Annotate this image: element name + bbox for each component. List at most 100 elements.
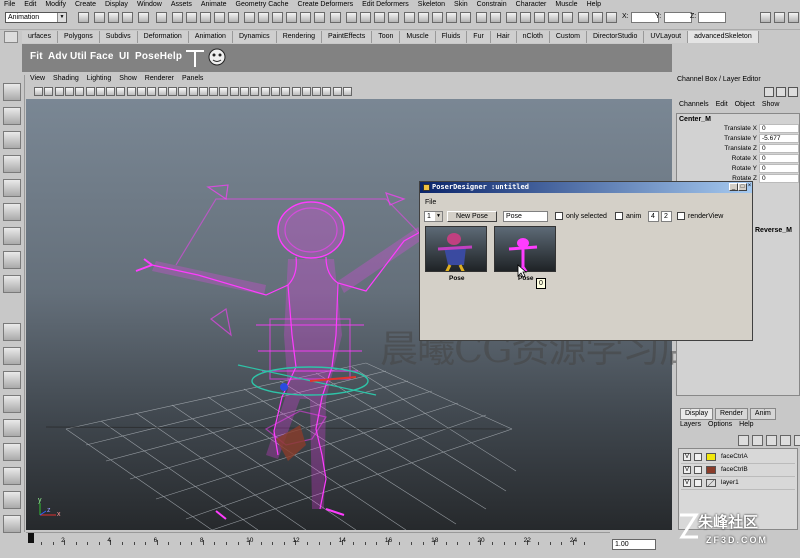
channel-box-menu-channels[interactable]: Channels bbox=[679, 100, 709, 110]
status-line-tool-icon[interactable] bbox=[374, 12, 385, 23]
viewport-toolbar-icon[interactable] bbox=[178, 87, 188, 96]
layer-visibility-toggle[interactable]: V bbox=[683, 479, 691, 487]
status-line-tool-icon[interactable] bbox=[214, 12, 225, 23]
viewport-menu-lighting[interactable]: Lighting bbox=[87, 74, 112, 84]
pose-thumbnail[interactable] bbox=[425, 226, 487, 272]
soft-mod-icon[interactable] bbox=[3, 251, 21, 269]
status-line-tool-icon[interactable] bbox=[156, 12, 167, 23]
time-slider[interactable]: 2 4 6 8 10 12 14 16 18 20 22 24 bbox=[26, 532, 610, 558]
menu-item-edit-deformers[interactable]: Edit Deformers bbox=[362, 0, 409, 9]
menu-item-assets[interactable]: Assets bbox=[171, 0, 192, 9]
shelf-tab-fluids[interactable]: Fluids bbox=[435, 31, 468, 43]
last-tool-icon[interactable] bbox=[3, 323, 21, 341]
shelf-tab-polygons[interactable]: Polygons bbox=[57, 31, 100, 43]
viewport-toolbar-icon[interactable] bbox=[281, 87, 291, 96]
viewport-toolbar-icon[interactable] bbox=[34, 87, 43, 96]
layout-outliner-icon[interactable] bbox=[3, 419, 21, 437]
attribute-value-field[interactable]: -5.677 bbox=[759, 134, 799, 143]
shelf-tab-ncloth[interactable]: nCloth bbox=[516, 31, 550, 43]
window-title-bar[interactable]: PoserDesigner :untitled _ □ × bbox=[420, 182, 752, 193]
only-selected-checkbox[interactable] bbox=[555, 212, 563, 220]
status-line-tool-icon[interactable] bbox=[388, 12, 399, 23]
face-icon[interactable] bbox=[206, 46, 228, 68]
menu-item-display[interactable]: Display bbox=[105, 0, 128, 9]
layout-custom-icon[interactable] bbox=[3, 491, 21, 509]
layer-row[interactable]: Vlayer1 bbox=[681, 477, 795, 490]
new-pose-button[interactable]: New Pose bbox=[447, 211, 497, 222]
layer-menu-help[interactable]: Help bbox=[739, 421, 753, 428]
shelf-tab-urfaces[interactable]: urfaces bbox=[22, 31, 58, 43]
status-line-tool-icon[interactable] bbox=[506, 12, 517, 23]
layout-four-icon[interactable] bbox=[3, 371, 21, 389]
menu-item-constrain[interactable]: Constrain bbox=[477, 0, 507, 9]
manipulator-icon[interactable] bbox=[3, 227, 21, 245]
status-line-tool-icon[interactable] bbox=[172, 12, 183, 23]
viewport-toolbar-icon[interactable] bbox=[85, 87, 95, 96]
status-line-tool-icon[interactable] bbox=[108, 12, 119, 23]
shelf-button-posehelp[interactable]: PoseHelp bbox=[135, 51, 182, 62]
status-line-tool-icon[interactable] bbox=[258, 12, 269, 23]
viewport-toolbar-icon[interactable] bbox=[126, 87, 136, 96]
layer-row[interactable]: VfaceCtrlB bbox=[681, 464, 795, 477]
status-line-tool-icon[interactable] bbox=[78, 12, 89, 23]
anim-checkbox[interactable] bbox=[615, 212, 623, 220]
layer-menu-options[interactable]: Options bbox=[708, 421, 732, 428]
status-line-tool-icon[interactable] bbox=[432, 12, 443, 23]
channel-box-menu-edit[interactable]: Edit bbox=[716, 100, 728, 110]
attribute-editor-icon[interactable] bbox=[760, 12, 771, 23]
menu-item-animate[interactable]: Animate bbox=[201, 0, 227, 9]
viewport-toolbar-icon[interactable] bbox=[147, 87, 157, 96]
layout-extra-icon[interactable] bbox=[3, 515, 21, 533]
viewport-menu-shading[interactable]: Shading bbox=[53, 74, 79, 84]
shelf-tab-muscle[interactable]: Muscle bbox=[400, 31, 436, 43]
attribute-value-field[interactable]: 0 bbox=[759, 164, 799, 173]
viewport-menu-panels[interactable]: Panels bbox=[182, 74, 203, 84]
status-line-tool-icon[interactable] bbox=[418, 12, 429, 23]
shelf-tab-advancedskeleton[interactable]: advancedSkeleton bbox=[688, 31, 759, 43]
layer-editor-tab-icon[interactable] bbox=[776, 87, 786, 97]
status-line-tool-icon[interactable] bbox=[186, 12, 197, 23]
viewport-toolbar-icon[interactable] bbox=[343, 87, 352, 96]
shelf-tab-uvlayout[interactable]: UVLayout bbox=[644, 31, 689, 43]
status-line-tool-icon[interactable] bbox=[548, 12, 559, 23]
layer-down-icon[interactable] bbox=[780, 435, 791, 446]
anim-start-field[interactable]: 4 bbox=[648, 211, 659, 222]
viewport-toolbar-icon[interactable] bbox=[260, 87, 270, 96]
dual-view-tab-icon[interactable] bbox=[788, 87, 798, 97]
layer-visibility-toggle[interactable]: V bbox=[683, 453, 691, 461]
viewport-toolbar-icon[interactable] bbox=[240, 87, 249, 96]
shelf-button-fit[interactable]: Fit bbox=[30, 51, 43, 62]
viewport-toolbar-icon[interactable] bbox=[188, 87, 198, 96]
new-layer-icon[interactable] bbox=[738, 435, 749, 446]
viewport-toolbar-icon[interactable] bbox=[301, 87, 311, 96]
status-line-tool-icon[interactable] bbox=[446, 12, 457, 23]
show-manip-icon[interactable] bbox=[3, 275, 21, 293]
layout-single-icon[interactable] bbox=[3, 347, 21, 365]
shelf-tab-subdivs[interactable]: Subdivs bbox=[99, 31, 138, 43]
lasso-tool-icon[interactable] bbox=[3, 107, 21, 125]
layout-persp-icon[interactable] bbox=[3, 395, 21, 413]
layer-tab-anim[interactable]: Anim bbox=[749, 408, 776, 420]
maximize-button[interactable]: □ bbox=[738, 183, 747, 191]
y-coord-field[interactable] bbox=[664, 12, 692, 23]
layer-up-icon[interactable] bbox=[766, 435, 777, 446]
shelf-tab-animation[interactable]: Animation bbox=[188, 31, 233, 43]
shelf-tab-painteffects[interactable]: PaintEffects bbox=[322, 31, 373, 43]
layer-display-type-toggle[interactable] bbox=[694, 453, 702, 461]
viewport-toolbar-icon[interactable] bbox=[322, 87, 332, 96]
layer-tab-render[interactable]: Render bbox=[714, 408, 748, 420]
pose-name-field[interactable]: Pose bbox=[503, 211, 548, 222]
layout-hypershade-icon[interactable] bbox=[3, 467, 21, 485]
status-line-tool-icon[interactable] bbox=[272, 12, 283, 23]
menu-item-muscle[interactable]: Muscle bbox=[555, 0, 577, 9]
viewport-toolbar-icon[interactable] bbox=[44, 87, 54, 96]
channel-box-menu-object[interactable]: Object bbox=[735, 100, 755, 110]
status-line-tool-icon[interactable] bbox=[300, 12, 311, 23]
viewport-menu-renderer[interactable]: Renderer bbox=[145, 74, 174, 84]
viewport-toolbar-icon[interactable] bbox=[95, 87, 105, 96]
viewport-toolbar-icon[interactable] bbox=[167, 87, 177, 96]
viewport-menu-show[interactable]: Show bbox=[119, 74, 137, 84]
viewport-toolbar-icon[interactable] bbox=[64, 87, 74, 96]
menu-item-edit[interactable]: Edit bbox=[24, 0, 36, 9]
shelf-tab-directorstudio[interactable]: DirectorStudio bbox=[587, 31, 645, 43]
